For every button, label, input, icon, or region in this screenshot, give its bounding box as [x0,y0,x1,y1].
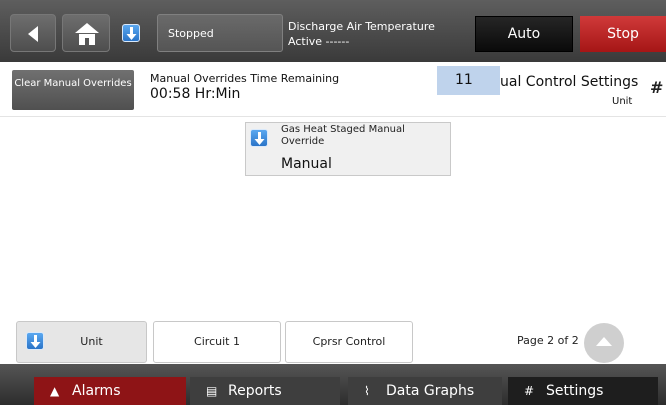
top-bar: Stopped Discharge Air Temperature Active… [0,0,666,62]
bottom-nav: ▲ Alarms ▤ Reports ⌇ Data Graphs # Settings [0,364,666,405]
sliders-icon: # [524,384,535,398]
back-arrow-icon [28,26,38,42]
tab-cprsr-control[interactable]: Cprsr Control [285,321,413,363]
overrides-time-title: Manual Overrides Time Remaining [150,72,340,85]
nav-reports[interactable]: ▤ Reports [190,377,340,405]
card-value: Manual [281,156,332,172]
discharge-air-temp: Discharge Air Temperature Active ------ [288,19,435,49]
chart-icon: ⌇ [364,384,370,398]
home-button[interactable] [62,14,110,52]
document-icon: ▤ [206,384,218,398]
download-icon [250,129,268,147]
unit-status[interactable]: Stopped [157,14,283,52]
page-subtitle: Unit [612,96,633,107]
stop-button[interactable]: Stop [580,16,666,52]
bell-icon: ▲ [50,384,60,398]
nav-settings[interactable]: # Settings [508,377,658,405]
nav-alarms-label: Alarms [72,383,121,399]
clear-manual-overrides-button[interactable]: Clear Manual Overrides [12,70,134,110]
nav-alarms[interactable]: ▲ Alarms [34,377,186,405]
download-icon [26,332,44,350]
divider [0,116,666,117]
page-up-button[interactable] [584,323,624,363]
home-icon [75,23,99,45]
nav-data-graphs[interactable]: ⌇ Data Graphs [348,377,502,405]
chevron-up-icon [596,337,612,346]
settings-grid-icon[interactable]: # [650,78,663,97]
tab-unit[interactable]: Unit [16,321,147,363]
tab-label: Unit [80,335,103,348]
download-icon[interactable] [122,24,140,42]
count-badge: 11 [437,66,500,95]
page-title: ual Control Settings [500,74,639,90]
tab-circuit-1[interactable]: Circuit 1 [153,321,281,363]
back-button[interactable] [10,14,56,52]
gas-heat-override-card[interactable]: Gas Heat Staged Manual Override Manual [245,122,451,176]
discharge-title: Discharge Air Temperature [288,20,435,33]
auto-button[interactable]: Auto [475,16,573,52]
overrides-time-value: 00:58 Hr:Min [150,86,241,102]
discharge-value: Active ------ [288,35,350,48]
nav-graphs-label: Data Graphs [386,383,475,399]
page-indicator: Page 2 of 2 [517,334,579,347]
card-label: Gas Heat Staged Manual Override [281,124,405,147]
tabs-row: Unit Circuit 1 Cprsr Control Page 2 of 2 [0,312,666,364]
nav-reports-label: Reports [228,383,282,399]
nav-settings-label: Settings [546,383,604,399]
